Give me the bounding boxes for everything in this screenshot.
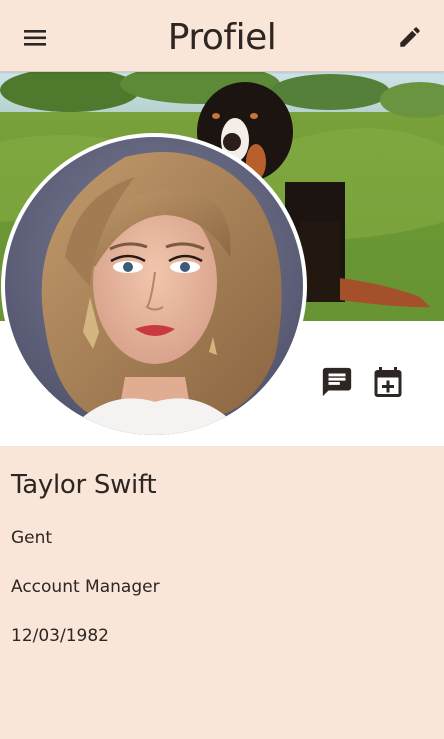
app-bar: Profiel (0, 0, 444, 72)
menu-button[interactable] (20, 22, 52, 54)
page-title: Profiel (167, 17, 277, 58)
profile-city: Gent (11, 528, 53, 548)
profile-birth-date: 12/03/1982 (11, 626, 109, 646)
pencil-icon (400, 27, 420, 47)
calendar-add-icon (374, 367, 402, 397)
profile-name: Taylor Swift (11, 470, 157, 500)
profile-job-title: Account Manager (11, 577, 160, 597)
avatar-photo (5, 137, 303, 435)
edit-profile-button[interactable] (394, 21, 426, 53)
message-button[interactable] (318, 364, 356, 400)
menu-icon (24, 30, 46, 46)
message-icon (322, 367, 352, 397)
profile-info: Taylor Swift (11, 470, 157, 500)
add-appointment-button[interactable] (368, 362, 408, 402)
avatar (5, 137, 303, 435)
